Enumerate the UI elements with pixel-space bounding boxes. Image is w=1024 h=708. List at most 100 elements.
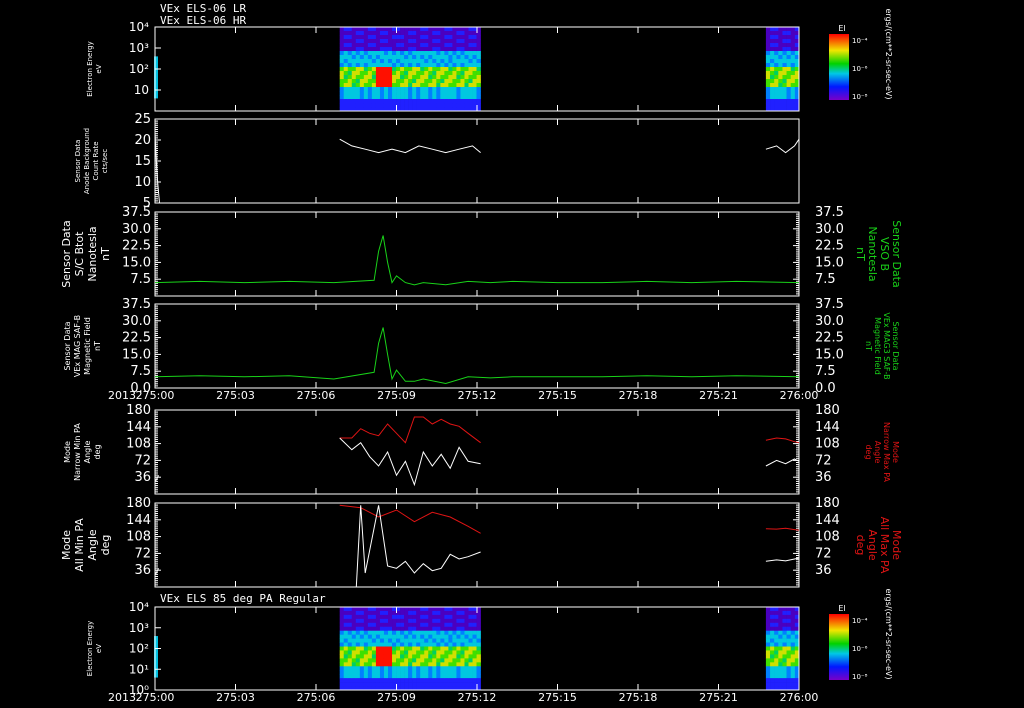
spectrogram-cell: [420, 618, 425, 624]
spectrogram-cell: [404, 83, 409, 88]
spectrogram-cell: [786, 674, 792, 679]
spectrogram-cell: [359, 75, 365, 80]
spectrogram-cell: [428, 31, 433, 36]
spectrogram-cell: [464, 55, 469, 60]
spectrogram-cell: [408, 63, 413, 68]
spectrogram-cell: [392, 27, 397, 32]
spectrogram-cell: [420, 27, 425, 32]
spectrogram-cell: [383, 27, 389, 32]
spectrogram-cell: [476, 63, 481, 68]
spectrogram-cell: [416, 31, 421, 36]
spectrogram-cell: [347, 27, 353, 32]
spectrogram-cell: [456, 51, 461, 56]
spectrogram-cell: [412, 670, 417, 675]
spectrogram-cell: [472, 99, 477, 104]
spectrogram-cell: [416, 51, 421, 56]
spectrogram-cell: [343, 682, 349, 687]
spectrogram-cell: [404, 658, 409, 663]
spectrogram-cell: [339, 87, 345, 92]
spectrogram-cell: [400, 662, 405, 667]
spectrogram-cell: [404, 87, 409, 92]
spectrogram-cell: [464, 638, 469, 643]
spectrogram-cell: [379, 51, 385, 56]
spectrogram-cell: [782, 47, 787, 52]
spectrogram-cell: [408, 55, 413, 60]
spectrogram-cell: [765, 607, 771, 612]
spectrogram-cell: [339, 674, 345, 679]
spectrogram-cell: [359, 658, 365, 663]
spectrogram-cell: [383, 674, 389, 679]
spectrogram-cell: [428, 43, 433, 48]
spectrogram-cell: [424, 87, 429, 92]
spectrogram-cell: [363, 95, 369, 100]
spectrogram-cell: [476, 47, 481, 52]
spectrogram-cell: [464, 31, 469, 36]
spectrogram-cell: [343, 638, 349, 643]
spectrogram-cell: [351, 83, 357, 88]
spectrogram-cell: [355, 630, 361, 635]
spectrogram-cell: [432, 658, 437, 663]
ytick-label: 10²: [129, 62, 149, 76]
spectrogram-cell: [351, 618, 357, 624]
spectrogram-cell: [420, 678, 425, 683]
spectrogram-cell: [420, 607, 425, 612]
spectrogram-cell: [468, 682, 473, 687]
spectrogram-cell: [770, 662, 775, 667]
spectrogram-cell: [396, 83, 401, 88]
spectrogram-cell: [448, 622, 453, 628]
spectrogram-cell: [416, 650, 421, 655]
spectrogram-cell: [440, 678, 445, 683]
spectrogram-cell: [400, 678, 405, 683]
xtick-label: 275:18: [619, 389, 658, 402]
spectrogram-cell: [452, 678, 457, 683]
spectrogram-cell: [476, 83, 481, 88]
spectrogram-cell: [420, 674, 425, 679]
ytick-label: 15.0: [122, 255, 151, 270]
spectrogram-cell: [375, 678, 381, 683]
spectrogram-cell: [404, 39, 409, 44]
spectrogram-cell: [436, 91, 441, 96]
spectrogram-cell: [464, 59, 469, 64]
spectrogram-cell: [388, 87, 393, 92]
spectrogram-cell: [782, 658, 787, 663]
spectrogram-cell: [786, 39, 792, 44]
spectrogram-cell: [383, 614, 389, 620]
spectrogram-cell: [404, 650, 409, 655]
spectrogram-cell: [339, 99, 345, 104]
spectrogram-cell: [351, 674, 357, 679]
spectrogram-cell: [440, 67, 445, 72]
spectrogram-cell: [428, 678, 433, 683]
spectrogram-cell: [371, 35, 377, 40]
spectrogram-cell: [404, 59, 409, 64]
spectrogram-cell: [367, 95, 373, 100]
spectrogram-cell: [782, 614, 787, 620]
spectrogram-cell: [774, 95, 779, 100]
spectrogram-cell: [388, 642, 393, 647]
spectrogram-cell: [472, 666, 477, 671]
spectrogram-cell: [412, 43, 417, 48]
spectrogram-cell: [339, 626, 345, 632]
spectrogram-cell: [432, 63, 437, 68]
spectrogram-cell: [436, 27, 441, 32]
spectrogram-cell: [392, 650, 397, 655]
ytick-label: 37.5: [122, 297, 151, 312]
spectrogram-cell: [782, 634, 787, 639]
spectrogram-cell: [375, 642, 381, 647]
spectrogram-cell: [428, 103, 433, 108]
spectrogram-cell: [765, 27, 771, 32]
series-line: [339, 138, 481, 154]
spectrogram-cell: [440, 95, 445, 100]
spectrogram-cell: [367, 618, 373, 624]
spectrogram-cell: [379, 99, 385, 104]
spectrogram-cell: [790, 27, 796, 32]
spectrogram-cell: [432, 67, 437, 72]
spectrogram-cell: [339, 43, 345, 48]
spectrogram-cell: [424, 666, 429, 671]
spectrogram-cell: [343, 39, 349, 44]
colorbar: [829, 34, 849, 100]
spectrogram-cell: [367, 614, 373, 620]
spectrogram-cell: [424, 622, 429, 628]
spectrogram-cell: [400, 610, 405, 616]
spectrogram-cell: [444, 31, 449, 36]
panel-4-ylabel: nT: [93, 341, 102, 351]
